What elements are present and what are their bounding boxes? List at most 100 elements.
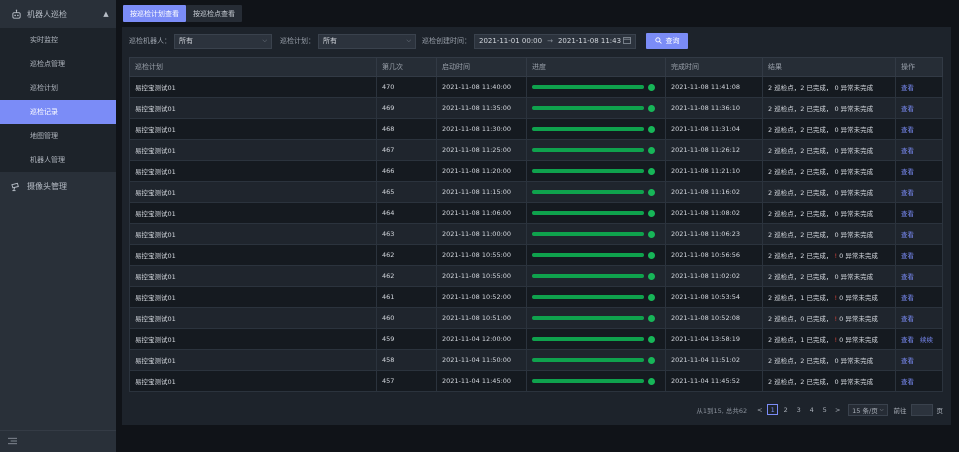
view-link[interactable]: 查看 <box>901 147 914 155</box>
progress-complete-icon <box>648 83 655 91</box>
sidebar-item-inspection-plan[interactable]: 巡检计划 <box>0 76 116 100</box>
page-button-4[interactable]: 4 <box>806 404 817 415</box>
plan-select[interactable]: 所有 ⌵ <box>318 33 416 49</box>
cell-progress <box>526 202 666 224</box>
table-row: 易控宝测试01 465 2021-11-08 11:15:00 2021-11-08 … <box>129 181 943 203</box>
result-exceptions: 0 异常未完成 <box>834 147 874 155</box>
cell-start-time: 2021-11-08 11:40:00 <box>436 76 527 98</box>
goto-label: 前往 <box>893 406 907 415</box>
progress-track <box>532 295 644 299</box>
page-button-5[interactable]: 5 <box>819 404 830 415</box>
result-exceptions: 0 异常未完成 <box>834 378 874 386</box>
menu-group-camera-management[interactable]: 摄像头管理 <box>0 172 116 200</box>
date-end[interactable]: 2021-11-08 11:43 <box>558 37 621 45</box>
cell-start-time: 2021-11-08 11:00:00 <box>436 223 527 245</box>
view-link[interactable]: 查看 <box>901 105 914 113</box>
cell-start-time: 2021-11-08 10:55:00 <box>436 265 527 287</box>
cell-end-time: 2021-11-08 11:36:10 <box>665 97 763 119</box>
cell-plan: 易控宝测试01 <box>129 307 377 329</box>
result-summary: 2 巡检点，2 已完成， <box>768 231 833 239</box>
robot-select[interactable]: 所有 ⌵ <box>174 33 272 49</box>
date-start[interactable]: 2021-11-01 00:00 <box>479 37 542 45</box>
chevron-down-icon: ⌵ <box>879 406 884 413</box>
page-button-2[interactable]: 2 <box>780 404 791 415</box>
progress-bar <box>532 125 665 133</box>
result-summary: 2 巡检点，2 已完成， <box>768 126 833 134</box>
column-header-result[interactable]: 结果 <box>762 57 896 77</box>
progress-complete-icon <box>648 251 655 259</box>
view-link[interactable]: 查看 <box>901 189 914 197</box>
cell-count: 465 <box>376 181 437 203</box>
view-link[interactable]: 查看 <box>901 168 914 176</box>
table-row: 易控宝测试01 468 2021-11-08 11:30:00 2021-11-08 … <box>129 118 943 140</box>
column-header-start-time[interactable]: 启动时间 <box>436 57 527 77</box>
tab-by-point[interactable]: 按巡检点查看 <box>186 5 242 22</box>
result-summary: 2 巡检点，2 已完成， <box>768 378 833 386</box>
page-size-select[interactable]: 15 条/页 ⌵ <box>848 403 888 416</box>
goto-suffix: 页 <box>936 406 944 415</box>
cell-end-time: 2021-11-08 11:08:02 <box>665 202 763 224</box>
column-header-end-time[interactable]: 完成时间 <box>665 57 763 77</box>
view-link[interactable]: 查看 <box>901 84 914 92</box>
view-tabs: 按巡检计划查看 按巡检点查看 <box>123 5 242 22</box>
view-link[interactable]: 查看 <box>901 126 914 134</box>
view-link[interactable]: 查看 <box>901 294 914 302</box>
result-summary: 2 巡检点，2 已完成， <box>768 189 833 197</box>
sidebar-item-map-management[interactable]: 地图管理 <box>0 124 116 148</box>
cell-plan: 易控宝测试01 <box>129 286 377 308</box>
cell-actions: 查看 <box>895 76 943 98</box>
progress-bar <box>532 251 665 259</box>
cell-count: 464 <box>376 202 437 224</box>
cell-count: 463 <box>376 223 437 245</box>
table-header-row: 巡检计划 第几次 启动时间 进度 完成时间 结果 操作 <box>129 57 943 77</box>
view-link[interactable]: 查看 <box>901 315 914 323</box>
cell-plan: 易控宝测试01 <box>129 97 377 119</box>
view-link[interactable]: 查看 <box>901 357 914 365</box>
cell-result: 2 巡检点，2 已完成， 0 异常未完成 <box>762 181 896 203</box>
cell-count: 468 <box>376 118 437 140</box>
cell-count: 470 <box>376 76 437 98</box>
sidebar-collapse-toggle[interactable] <box>0 430 116 452</box>
cell-plan: 易控宝测试01 <box>129 181 377 203</box>
submenu: 实时监控 巡检点管理 巡检计划 巡检记录 地图管理 机器人管理 <box>0 28 116 172</box>
tab-by-plan[interactable]: 按巡检计划查看 <box>123 5 186 22</box>
view-link[interactable]: 查看 <box>901 273 914 281</box>
sidebar-item-inspection-points[interactable]: 巡检点管理 <box>0 52 116 76</box>
progress-bar <box>532 167 665 175</box>
progress-bar <box>532 356 665 364</box>
view-link[interactable]: 查看 <box>901 210 914 218</box>
goto-page-input[interactable] <box>910 403 933 416</box>
sidebar-item-robot-management[interactable]: 机器人管理 <box>0 148 116 172</box>
cell-start-time: 2021-11-04 12:00:00 <box>436 328 527 350</box>
view-link[interactable]: 查看 <box>901 231 914 239</box>
prev-page-button[interactable]: < <box>754 404 765 415</box>
result-exceptions: 0 异常未完成 <box>834 126 874 134</box>
progress-bar <box>532 83 665 91</box>
cell-plan: 易控宝测试01 <box>129 118 377 140</box>
menu-group-robot-inspection[interactable]: 机器人巡检 ▲ <box>0 0 116 28</box>
progress-bar <box>532 293 665 301</box>
page-button-3[interactable]: 3 <box>793 404 804 415</box>
next-page-button[interactable]: > <box>832 404 843 415</box>
page-button-1[interactable]: 1 <box>767 404 779 415</box>
date-range-picker[interactable]: 2021-11-01 00:00 → 2021-11-08 11:43 <box>474 33 636 49</box>
result-exceptions: 0 异常未完成 <box>834 105 874 113</box>
view-link[interactable]: 查看 <box>901 378 914 386</box>
cell-progress <box>526 160 666 182</box>
cell-start-time: 2021-11-04 11:50:00 <box>436 349 527 371</box>
warning-mark: ! <box>834 294 838 302</box>
column-header-count[interactable]: 第几次 <box>376 57 437 77</box>
result-summary: 2 巡检点，1 已完成， <box>768 336 833 344</box>
column-header-plan[interactable]: 巡检计划 <box>129 57 377 77</box>
chevron-down-icon: ⌵ <box>406 37 411 44</box>
sidebar-item-realtime-monitor[interactable]: 实时监控 <box>0 28 116 52</box>
menu-icon <box>8 437 17 447</box>
search-button[interactable]: 查询 <box>646 33 688 49</box>
progress-bar <box>532 188 665 196</box>
view-link[interactable]: 查看 <box>901 252 914 260</box>
view-link[interactable]: 查看 <box>901 336 914 344</box>
column-header-progress[interactable]: 进度 <box>526 57 666 77</box>
sidebar-item-inspection-records[interactable]: 巡检记录 <box>0 100 116 124</box>
column-header-actions[interactable]: 操作 <box>895 57 943 77</box>
continue-link[interactable]: 续续 <box>920 336 933 344</box>
